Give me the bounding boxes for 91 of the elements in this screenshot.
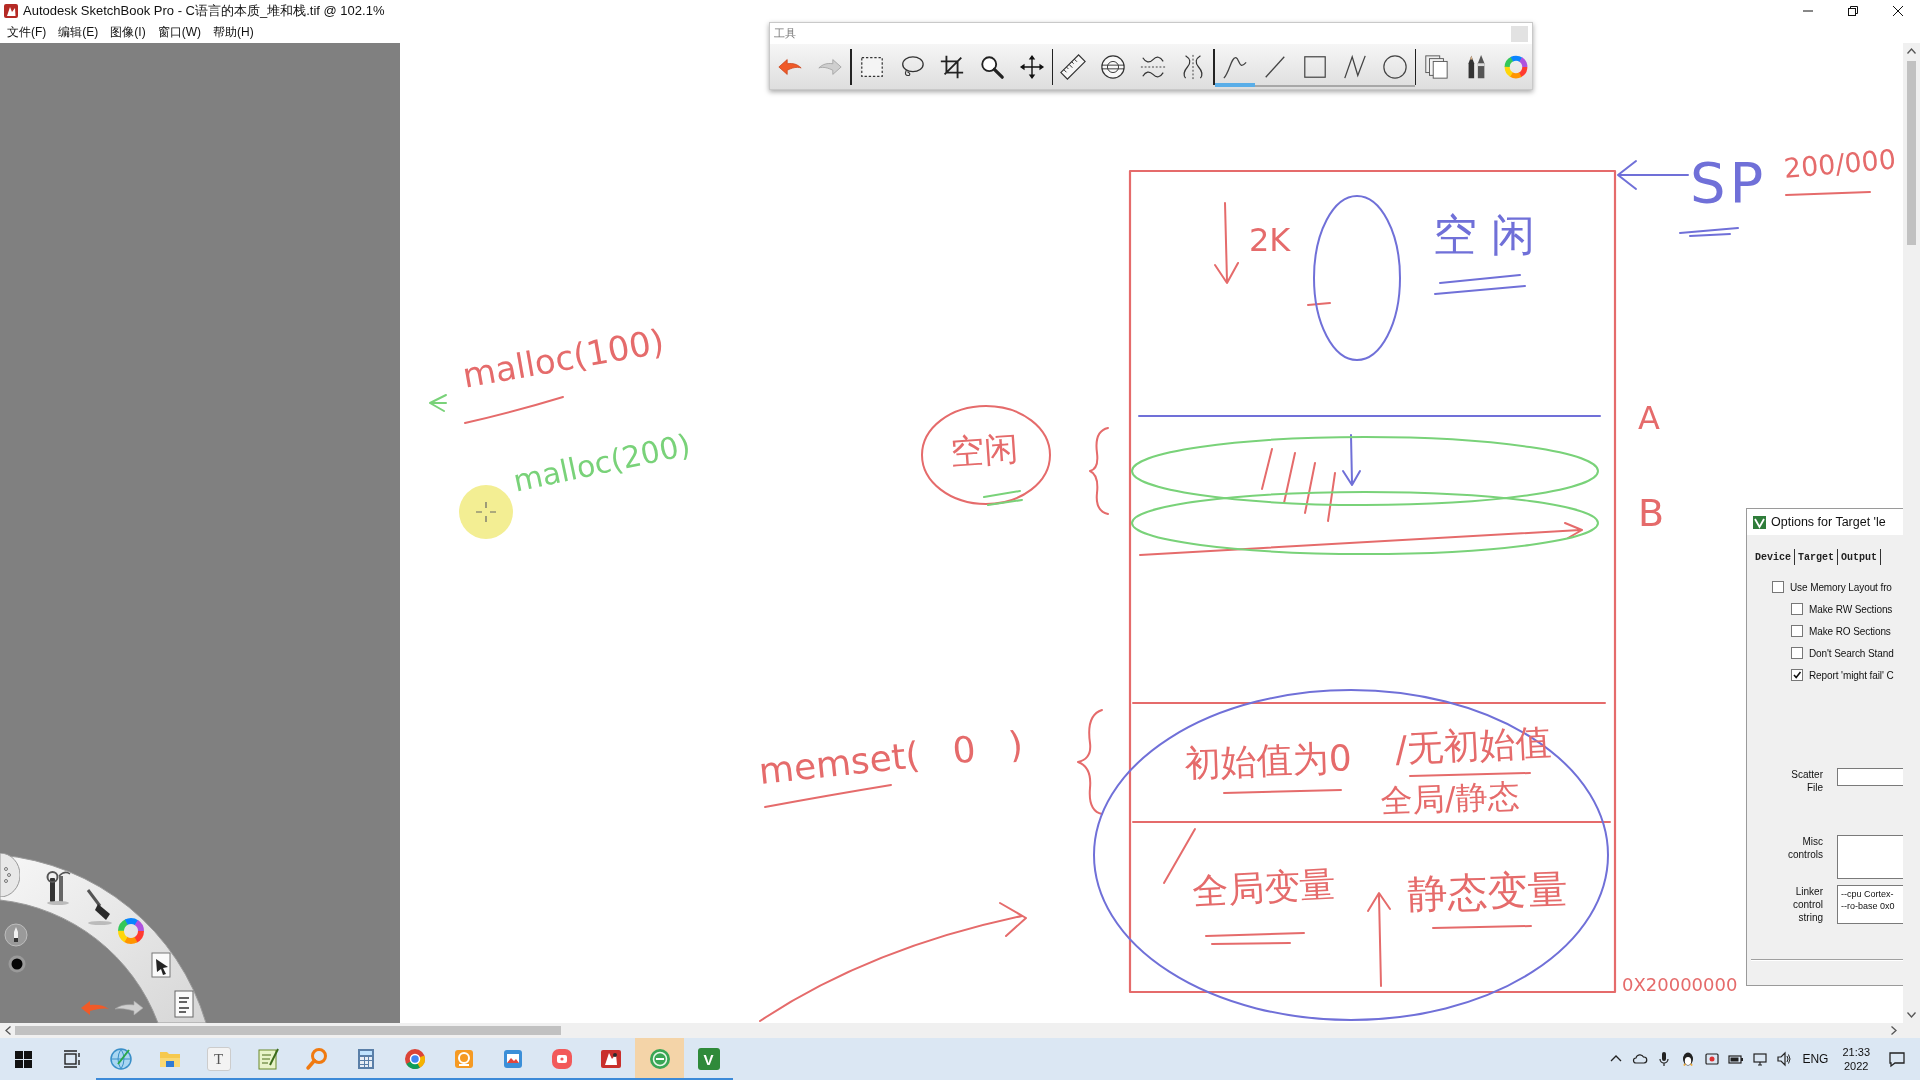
move-arrows-icon: [1018, 53, 1045, 80]
handwritten-note: 空闲: [1433, 210, 1549, 261]
scroll-left-icon[interactable]: [5, 1026, 11, 1035]
handwritten-note: 200/000: [1782, 143, 1898, 184]
close-icon: [1892, 6, 1903, 16]
magnifier-icon: [978, 53, 1005, 80]
ellipse-guide-icon: [1100, 53, 1126, 80]
dialog-title: Options for Target 'le: [1771, 515, 1886, 529]
cloud-icon[interactable]: [1632, 1051, 1649, 1067]
menu-item[interactable]: 帮助(H): [207, 22, 260, 43]
handwritten-note: 2K: [1249, 222, 1291, 259]
field-label: Linker control string: [1792, 885, 1823, 924]
handwritten-note: SP: [1690, 151, 1768, 216]
text-area[interactable]: [1837, 835, 1903, 879]
menu-item[interactable]: 图像(I): [104, 22, 152, 43]
app-logo-icon: [4, 4, 18, 18]
taskbar-app-button[interactable]: [635, 1038, 684, 1080]
square-icon: [1301, 53, 1328, 80]
redo-icon[interactable]: [114, 1000, 144, 1016]
circle-icon: [1381, 53, 1408, 80]
handwritten-note: B: [1638, 492, 1665, 536]
checkbox-label: Report 'might fail' C: [1809, 669, 1894, 681]
field-label: Misc controls: [1787, 835, 1823, 861]
dialog-tab[interactable]: Target: [1795, 549, 1839, 565]
app-badge-icon: [1753, 515, 1766, 529]
notepad-icon: [255, 1047, 280, 1071]
tricolor-circle-icon: [402, 1047, 427, 1071]
color-wheel-icon[interactable]: [117, 917, 145, 945]
letter-tile-icon: V: [697, 1048, 720, 1070]
palette-title: 工具: [774, 26, 796, 41]
handwritten-note: memset( 0 ): [756, 723, 1025, 793]
handwritten-note: 全局变量: [1190, 863, 1337, 913]
cursor-highlight-icon: [459, 485, 513, 539]
checkbox[interactable]: [1791, 669, 1803, 681]
tray-app-icon[interactable]: [1704, 1051, 1721, 1067]
handwritten-note: A: [1638, 400, 1660, 437]
window-title: Autodesk SketchBook Pro - C语言的本质_堆和栈.tif @ 102.1%: [23, 2, 385, 20]
pencil-icon[interactable]: [4, 923, 28, 947]
input-language[interactable]: ENG: [1802, 1052, 1829, 1066]
vertical-scrollbar[interactable]: [1903, 43, 1920, 1023]
color-wheel-icon: [1503, 53, 1529, 80]
layers-icon: [1423, 53, 1449, 80]
handwritten-note: 0X20000000: [1622, 975, 1738, 996]
brush-size-icon[interactable]: [8, 955, 26, 973]
scrollbar-thumb[interactable]: [15, 1026, 561, 1035]
checkbox-label: Don't Search Stand: [1809, 647, 1894, 659]
checkbox[interactable]: [1772, 581, 1784, 593]
handwritten-note: 全局/静态: [1380, 778, 1521, 820]
checkbox[interactable]: [1791, 625, 1803, 637]
handwritten-note: 空闲: [948, 428, 1020, 473]
menu-item[interactable]: 文件(F): [1, 22, 53, 43]
scroll-right-icon[interactable]: [1891, 1026, 1897, 1035]
field-label: Scatter File: [1790, 768, 1823, 794]
dialog-tab[interactable]: Device: [1752, 549, 1795, 565]
start-icon: [15, 1050, 32, 1068]
checkbox[interactable]: [1791, 603, 1803, 615]
speaker-icon[interactable]: [1776, 1051, 1793, 1067]
menu-item[interactable]: 窗口(W): [151, 22, 207, 43]
checkbox-label: Make RO Sections: [1809, 625, 1891, 637]
document-icon[interactable]: [174, 990, 196, 1020]
scroll-up-icon[interactable]: [1907, 48, 1916, 54]
dialog-tab[interactable]: Output: [1838, 549, 1882, 565]
handwritten-note: 静态变量: [1407, 865, 1569, 917]
taskbar-app-button[interactable]: T: [194, 1038, 243, 1080]
text-area[interactable]: --cpu Cortex- --ro-base 0x0: [1837, 885, 1903, 924]
circle-button-icon[interactable]: [0, 853, 20, 897]
tools-icon[interactable]: [45, 870, 71, 906]
polyline-icon: [1341, 53, 1368, 80]
scroll-down-icon[interactable]: [1907, 1012, 1916, 1018]
pointer-page-icon[interactable]: [151, 952, 173, 980]
crop-icon: [938, 53, 965, 80]
text-field[interactable]: [1837, 768, 1903, 786]
globe-icon: [108, 1047, 133, 1071]
round-badge-icon: [647, 1047, 672, 1071]
menu-item[interactable]: 编辑(E): [52, 22, 105, 43]
horizontal-scrollbar[interactable]: [0, 1023, 1920, 1038]
magnifier-icon: [304, 1047, 329, 1071]
scrollbar-thumb[interactable]: [1907, 61, 1916, 245]
checkbox[interactable]: [1791, 647, 1803, 659]
sketch-app-icon: [598, 1047, 623, 1071]
clock[interactable]: 21:33 2022: [1842, 1045, 1870, 1073]
checkbox-label: Use Memory Layout fro: [1790, 581, 1892, 593]
taskbar-app-button[interactable]: V: [684, 1038, 733, 1080]
handwritten-note: /无初始值: [1393, 720, 1552, 771]
notification-icon[interactable]: [1888, 1050, 1906, 1068]
handwritten-note: 初始值为0: [1184, 737, 1353, 785]
rounded-app-icon: [549, 1047, 574, 1071]
network-icon[interactable]: [1752, 1051, 1769, 1067]
letter-tile-icon: T: [206, 1047, 231, 1071]
restore-icon: [1847, 6, 1858, 16]
checkbox-label: Make RW Sections: [1809, 603, 1893, 615]
